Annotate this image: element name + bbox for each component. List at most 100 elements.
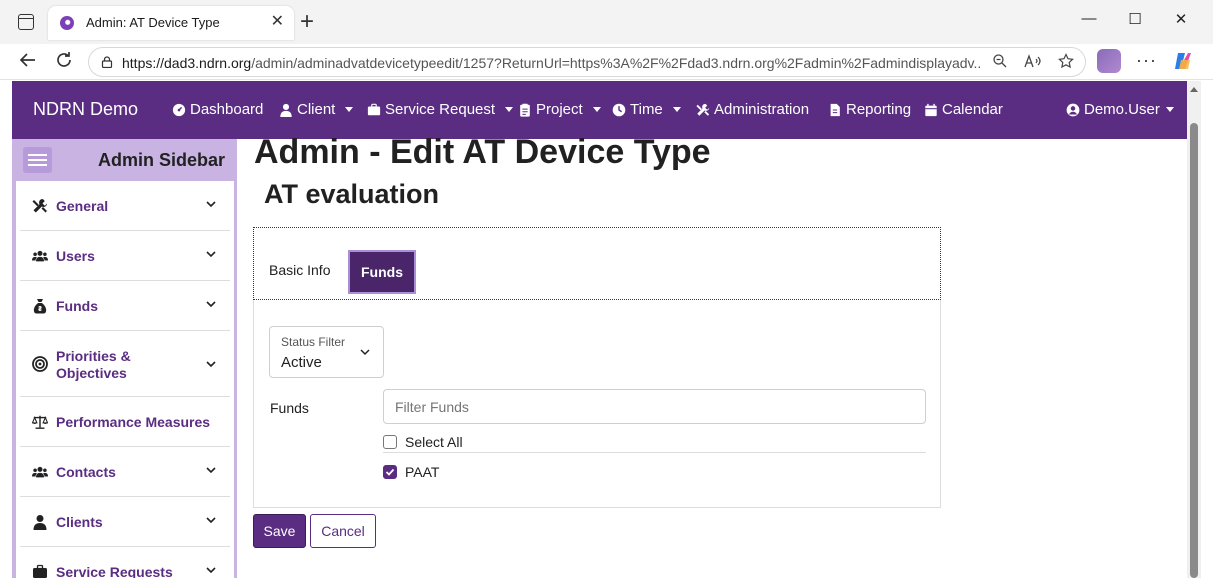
sidebar-title: Admin Sidebar: [97, 150, 225, 170]
chevron-down-icon: [206, 301, 216, 308]
nav-label: Reporting: [846, 101, 912, 118]
browser-tab[interactable]: Admin: AT Device Type ✕: [48, 6, 294, 40]
money-bag-icon: [33, 299, 47, 314]
nav-time[interactable]: Time: [612, 101, 681, 118]
tab-basic-info[interactable]: Basic Info: [269, 262, 330, 278]
more-options-icon[interactable]: ···: [1136, 50, 1157, 71]
sidebar-item-service-requests[interactable]: Service Requests: [20, 547, 230, 578]
file-icon: [830, 103, 840, 116]
funds-panel: Status Filter Active Funds Select All PA…: [253, 300, 941, 508]
sidebar-item-funds[interactable]: Funds: [20, 281, 230, 331]
caret-down-icon: [1165, 107, 1174, 112]
url-host: https://dad3.ndrn.org: [122, 55, 252, 71]
nav-label: Administration: [714, 101, 810, 118]
read-aloud-icon[interactable]: [1022, 53, 1044, 73]
url-text[interactable]: https://dad3.ndrn.org/admin/adminadvatde…: [122, 55, 982, 71]
fund-checkbox[interactable]: [383, 465, 397, 479]
sidebar-item-contacts[interactable]: Contacts: [20, 447, 230, 497]
sidebar-item-general[interactable]: General: [20, 181, 230, 231]
caret-down-icon: [345, 107, 354, 112]
sidebar-item-label: Performance Measures: [56, 414, 211, 430]
chevron-down-icon: [206, 467, 216, 474]
select-all-label: Select All: [405, 434, 463, 450]
nav-project[interactable]: Project: [518, 101, 601, 118]
zoom-icon[interactable]: [989, 53, 1011, 73]
nav-label: Calendar: [942, 101, 1003, 118]
brand-link[interactable]: NDRN Demo: [33, 99, 138, 120]
copilot-icon[interactable]: [1172, 50, 1194, 72]
dashboard-icon: [172, 103, 186, 116]
page-viewport: NDRN Demo Dashboard Client Service Reque…: [12, 81, 1187, 578]
sidebar-item-clients[interactable]: Clients: [20, 497, 230, 547]
chevron-down-icon: [206, 201, 216, 208]
scrollbar-thumb[interactable]: [1190, 123, 1198, 578]
briefcase-icon: [367, 103, 381, 115]
tab-title: Admin: AT Device Type: [86, 15, 220, 30]
lock-icon: [101, 56, 113, 68]
user-icon: [33, 515, 47, 530]
nav-label: Service Request: [385, 101, 496, 118]
sidebar-item-label: Priorities & Objectives: [56, 348, 131, 381]
caret-down-icon: [672, 107, 681, 112]
back-icon[interactable]: [16, 50, 40, 75]
tab-funds[interactable]: Funds: [348, 250, 416, 294]
sidebar-item-priorities-objectives[interactable]: Priorities & Objectives: [20, 331, 230, 397]
sidebar-item-users[interactable]: Users: [20, 231, 230, 281]
browser-window: Admin: AT Device Type ✕ + — ☐ ✕ https://…: [0, 0, 1213, 578]
caret-down-icon: [592, 107, 601, 112]
divider: [383, 452, 926, 453]
profile-avatar-icon[interactable]: [1097, 49, 1121, 73]
target-icon: [32, 356, 48, 372]
nav-user-menu[interactable]: Demo.User: [1066, 101, 1174, 118]
nav-administration[interactable]: Administration: [696, 101, 809, 118]
chevron-down-icon: [206, 567, 216, 574]
status-filter-label: Status Filter: [281, 335, 346, 349]
caret-down-icon: [505, 107, 514, 112]
user-icon: [280, 103, 292, 117]
minimize-icon[interactable]: —: [1066, 10, 1112, 27]
favorite-star-icon[interactable]: [1055, 53, 1077, 73]
nav-label: Dashboard: [190, 101, 264, 118]
new-tab-icon[interactable]: +: [300, 8, 314, 36]
select-all-checkbox[interactable]: [383, 435, 397, 449]
nav-reporting[interactable]: Reporting: [828, 101, 911, 118]
briefcase-icon: [33, 564, 47, 578]
funds-label: Funds: [270, 400, 309, 416]
select-all-row[interactable]: Select All: [383, 428, 926, 458]
close-window-icon[interactable]: ✕: [1158, 10, 1204, 28]
nav-client[interactable]: Client: [279, 101, 354, 118]
address-bar[interactable]: https://dad3.ndrn.org/admin/adminadvatde…: [88, 47, 1086, 77]
sidebar-item-performance-measures[interactable]: Performance Measures: [20, 397, 230, 447]
sidebar-item-label: Contacts: [56, 464, 116, 480]
vertical-scrollbar[interactable]: [1187, 81, 1201, 578]
nav-label: Project: [536, 101, 583, 118]
users-icon: [32, 466, 48, 478]
tab-close-icon[interactable]: ✕: [271, 12, 284, 32]
status-filter-select[interactable]: Status Filter Active: [269, 326, 384, 378]
chevron-down-icon: [206, 251, 216, 258]
nav-calendar[interactable]: Calendar: [924, 101, 1003, 118]
maximize-icon[interactable]: ☐: [1112, 10, 1158, 28]
status-filter-value: Active: [281, 354, 322, 371]
sidebar-item-label: Service Requests: [56, 564, 173, 578]
tab-actions-icon[interactable]: [18, 14, 34, 30]
sidebar-item-label: Clients: [56, 514, 103, 530]
sidebar-list: General Users Funds Priorities & Objecti…: [16, 181, 234, 578]
checkmark-icon: [385, 468, 395, 476]
site-favicon-icon: [60, 16, 74, 30]
save-button[interactable]: Save: [253, 514, 306, 548]
hamburger-menu-icon[interactable]: [23, 147, 52, 173]
scroll-up-arrow-icon[interactable]: [1190, 87, 1198, 92]
nav-dashboard[interactable]: Dashboard: [172, 101, 263, 118]
page-subtitle: AT evaluation: [264, 179, 440, 209]
filter-funds-input[interactable]: [383, 389, 926, 424]
calendar-icon: [925, 103, 937, 116]
users-icon: [32, 250, 48, 262]
cancel-button[interactable]: Cancel: [310, 514, 376, 548]
address-toolbar: https://dad3.ndrn.org/admin/adminadvatde…: [0, 44, 1213, 80]
nav-service-request[interactable]: Service Request: [367, 101, 514, 118]
chevron-down-icon: [360, 349, 370, 356]
refresh-icon[interactable]: [52, 50, 76, 75]
tools-icon: [32, 199, 47, 213]
fund-row[interactable]: PAAT: [383, 458, 926, 488]
